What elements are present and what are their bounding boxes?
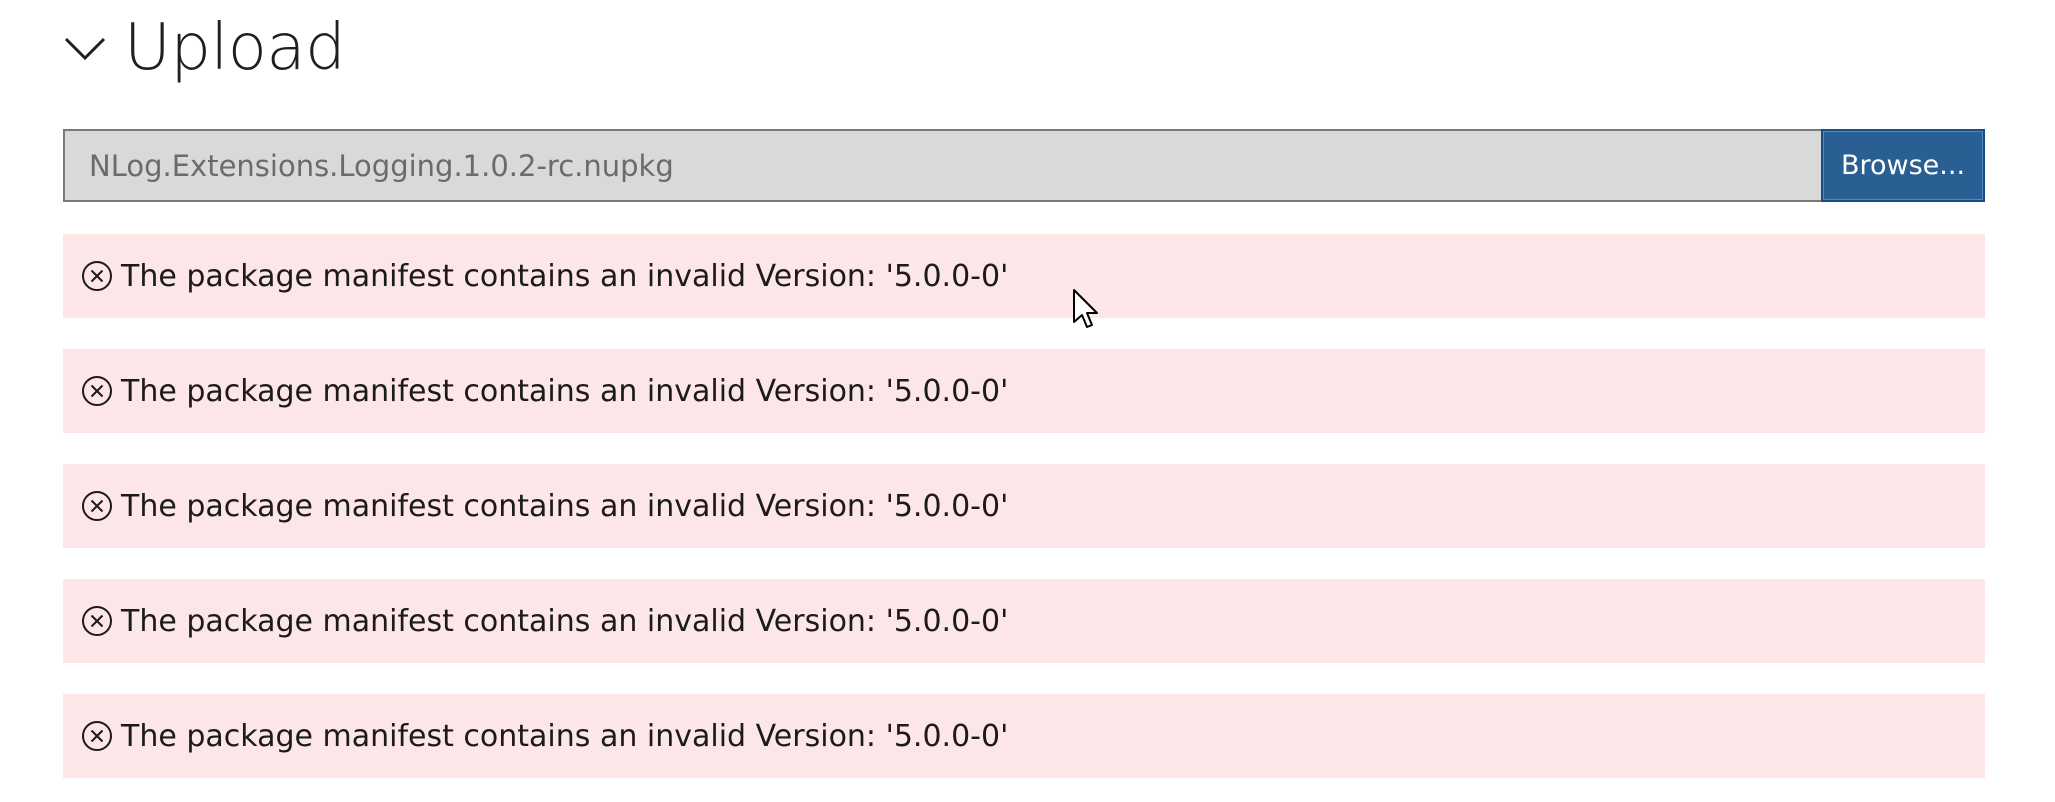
file-path-input[interactable]: NLog.Extensions.Logging.1.0.2-rc.nupkg [63,129,1821,202]
error-circle-icon [81,490,113,522]
error-circle-icon [81,375,113,407]
error-text: The package manifest contains an invalid… [121,603,1009,639]
error-message: The package manifest contains an invalid… [63,579,1985,663]
error-text: The package manifest contains an invalid… [121,258,1009,294]
error-message: The package manifest contains an invalid… [63,234,1985,318]
mouse-cursor-icon [1073,289,1098,328]
error-circle-icon [81,260,113,292]
chevron-down-icon[interactable] [62,25,108,71]
error-text: The package manifest contains an invalid… [121,718,1009,754]
error-list: The package manifest contains an invalid… [63,234,1985,802]
error-circle-icon [81,605,113,637]
browse-button[interactable]: Browse... [1821,129,1985,202]
error-text: The package manifest contains an invalid… [121,488,1009,524]
upload-section-header[interactable]: Upload [62,8,346,88]
error-message: The package manifest contains an invalid… [63,694,1985,778]
error-circle-icon [81,720,113,752]
error-text: The package manifest contains an invalid… [121,373,1009,409]
upload-page: Upload NLog.Extensions.Logging.1.0.2-rc.… [0,0,2055,802]
section-title: Upload [124,11,346,85]
error-message: The package manifest contains an invalid… [63,464,1985,548]
file-upload-row: NLog.Extensions.Logging.1.0.2-rc.nupkg B… [63,129,1985,202]
error-message: The package manifest contains an invalid… [63,349,1985,433]
